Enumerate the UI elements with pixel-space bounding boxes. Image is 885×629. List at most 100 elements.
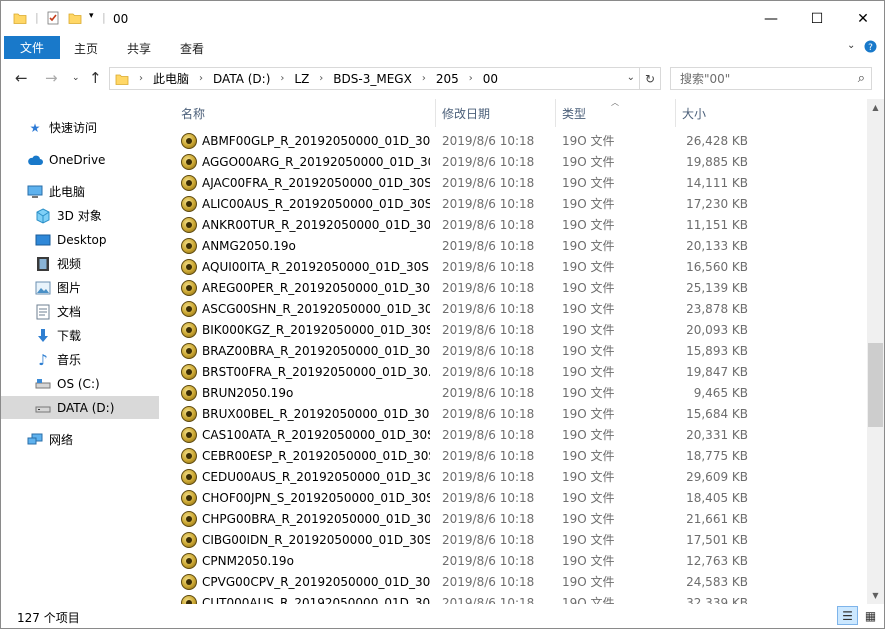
tab-file[interactable]: 文件 bbox=[4, 36, 60, 59]
maximize-button[interactable]: ☐ bbox=[794, 1, 840, 36]
file-row[interactable]: ASCG00SHN_R_20192050000_01D_30S... 2019/8… bbox=[173, 298, 867, 319]
nav-label: OneDrive bbox=[49, 152, 106, 167]
nav-item-videos[interactable]: 视频 bbox=[1, 252, 159, 275]
file-row[interactable]: BRUN2050.19o 2019/8/6 10:18 19O 文件 9,465 KB bbox=[173, 382, 867, 403]
breadcrumb-lz[interactable]: LZ bbox=[294, 72, 309, 86]
file-row[interactable]: ANMG2050.19o 2019/8/6 10:18 19O 文件 20,133 K… bbox=[173, 235, 867, 256]
back-arrow-icon[interactable]: ← bbox=[15, 69, 28, 87]
customize-toolbar-icon[interactable]: ▾ bbox=[89, 11, 94, 21]
file-row[interactable]: BRST00FRA_R_20192050000_01D_30... 2019/8/… bbox=[173, 361, 867, 382]
chevron-right-icon[interactable]: › bbox=[199, 73, 203, 84]
chevron-right-icon[interactable]: › bbox=[319, 73, 323, 84]
file-row[interactable]: CHPG00BRA_R_20192050000_01D_30... 2019/8/… bbox=[173, 508, 867, 529]
breadcrumb-205[interactable]: 205 bbox=[436, 72, 459, 86]
file-type: 19O 文件 bbox=[562, 386, 615, 400]
chevron-right-icon[interactable]: › bbox=[469, 73, 473, 84]
details-view-button[interactable]: ☰ bbox=[837, 606, 858, 625]
chevron-right-icon[interactable]: › bbox=[139, 73, 143, 84]
scrollbar-thumb[interactable] bbox=[868, 343, 883, 427]
picture-icon bbox=[35, 280, 51, 296]
document-icon bbox=[35, 304, 51, 320]
properties-icon[interactable] bbox=[46, 11, 60, 25]
nav-item-this-pc[interactable]: 此电脑 bbox=[1, 180, 159, 203]
file-row[interactable]: BRUX00BEL_R_20192050000_01D_30S... 2019/8… bbox=[173, 403, 867, 424]
tab-home[interactable]: 主页 bbox=[74, 40, 98, 57]
cloud-icon bbox=[27, 152, 43, 168]
file-row[interactable]: CAS100ATA_R_20192050000_01D_30S... 2019/8… bbox=[173, 424, 867, 445]
file-row[interactable]: ALIC00AUS_R_20192050000_01D_30S... 2019/8… bbox=[173, 193, 867, 214]
column-header-name[interactable]: 名称 bbox=[181, 99, 205, 127]
nav-item-quick-access[interactable]: ★ 快速访问 bbox=[1, 116, 159, 139]
title-separator: | bbox=[35, 11, 39, 24]
address-dropdown-icon[interactable]: ⌄ bbox=[627, 72, 635, 83]
new-folder-icon[interactable] bbox=[68, 11, 82, 25]
breadcrumb-bds3-megx[interactable]: BDS-3_MEGX bbox=[333, 72, 412, 86]
large-icons-view-icon: ▦ bbox=[864, 608, 877, 623]
file-row[interactable]: BRAZ00BRA_R_20192050000_01D_30... 2019/8/… bbox=[173, 340, 867, 361]
column-header-date[interactable]: 修改日期 bbox=[442, 99, 490, 127]
scroll-up-icon[interactable]: ▲ bbox=[867, 99, 884, 116]
nav-item-network[interactable]: 网络 bbox=[1, 428, 159, 451]
up-arrow-icon[interactable]: ↑ bbox=[89, 69, 102, 87]
nav-item-os-c[interactable]: OS (C:) bbox=[1, 372, 159, 395]
file-date: 2019/8/6 10:18 bbox=[442, 553, 535, 568]
address-bar[interactable]: › 此电脑 › DATA (D:) › LZ › BDS-3_MEGX › 20… bbox=[109, 67, 640, 90]
tab-share[interactable]: 共享 bbox=[127, 40, 151, 57]
column-divider[interactable] bbox=[435, 99, 436, 127]
chevron-right-icon[interactable]: › bbox=[422, 73, 426, 84]
breadcrumb-this-pc[interactable]: 此电脑 bbox=[153, 70, 189, 87]
file-row[interactable]: AQUI00ITA_R_20192050000_01D_30S... 2019/8… bbox=[173, 256, 867, 277]
nav-item-downloads[interactable]: 下载 bbox=[1, 324, 159, 347]
vertical-scrollbar[interactable]: ▲ ▼ bbox=[867, 99, 884, 604]
breadcrumb-data-d[interactable]: DATA (D:) bbox=[213, 72, 270, 86]
file-row[interactable]: CUT000AUS_R_20192050000_01D_30... 2019/8/… bbox=[173, 592, 867, 604]
nav-item-onedrive[interactable]: OneDrive bbox=[1, 148, 159, 171]
file-type: 19O 文件 bbox=[562, 344, 615, 358]
search-input[interactable]: 搜索"00" ⌕ bbox=[670, 67, 872, 90]
tab-view[interactable]: 查看 bbox=[180, 40, 204, 57]
file-size: 32,339 KB bbox=[686, 595, 748, 605]
file-row[interactable]: CPVG00CPV_R_20192050000_01D_30... 2019/8/… bbox=[173, 571, 867, 592]
video-icon bbox=[35, 256, 51, 272]
nav-item-3d-objects[interactable]: 3D 对象 bbox=[1, 204, 159, 227]
nav-item-data-d[interactable]: DATA (D:) bbox=[1, 396, 159, 419]
file-size: 23,878 KB bbox=[686, 301, 748, 316]
forward-arrow-icon[interactable]: → bbox=[45, 69, 58, 87]
file-row[interactable]: CEBR00ESP_R_20192050000_01D_30S... 2019/8… bbox=[173, 445, 867, 466]
file-row[interactable]: ABMF00GLP_R_20192050000_01D_30... 2019/8/… bbox=[173, 130, 867, 151]
column-divider[interactable] bbox=[675, 99, 676, 127]
chevron-right-icon[interactable]: › bbox=[280, 73, 284, 84]
nav-item-pictures[interactable]: 图片 bbox=[1, 276, 159, 299]
file-row[interactable]: CEDU00AUS_R_20192050000_01D_30... 2019/8/… bbox=[173, 466, 867, 487]
network-icon bbox=[27, 432, 43, 448]
nav-item-music[interactable]: ♪ 音乐 bbox=[1, 348, 159, 371]
minimize-button[interactable]: — bbox=[748, 1, 794, 36]
file-name: AQUI00ITA_R_20192050000_01D_30S... bbox=[202, 259, 430, 274]
file-row[interactable]: CHOF00JPN_S_20192050000_01D_30S... 2019/8… bbox=[173, 487, 867, 508]
nav-item-desktop[interactable]: Desktop bbox=[1, 228, 159, 251]
file-row[interactable]: AJAC00FRA_R_20192050000_01D_30S... 2019/8… bbox=[173, 172, 867, 193]
search-icon: ⌕ bbox=[857, 71, 865, 86]
file-row[interactable]: BIK000KGZ_R_20192050000_01D_30S... 2019/8… bbox=[173, 319, 867, 340]
file-row[interactable]: CPNM2050.19o 2019/8/6 10:18 19O 文件 12,763 K… bbox=[173, 550, 867, 571]
file-type: 19O 文件 bbox=[562, 575, 615, 589]
close-button[interactable]: ✕ bbox=[840, 1, 884, 36]
large-icons-view-button[interactable]: ▦ bbox=[860, 606, 881, 625]
scroll-down-icon[interactable]: ▼ bbox=[867, 587, 884, 604]
recent-locations-icon[interactable]: ⌄ bbox=[72, 73, 80, 83]
column-divider[interactable] bbox=[555, 99, 556, 127]
file-row[interactable]: ANKR00TUR_R_20192050000_01D_30... 2019/8/… bbox=[173, 214, 867, 235]
column-header-size[interactable]: 大小 bbox=[682, 99, 706, 127]
help-icon[interactable]: ? bbox=[864, 40, 877, 56]
file-name: ANKR00TUR_R_20192050000_01D_30... bbox=[202, 217, 430, 232]
breadcrumb-00[interactable]: 00 bbox=[483, 72, 498, 86]
nav-item-documents[interactable]: 文档 bbox=[1, 300, 159, 323]
column-header-type[interactable]: 类型 bbox=[562, 99, 586, 127]
file-icon bbox=[181, 552, 197, 569]
refresh-button[interactable]: ↻ bbox=[640, 67, 661, 90]
chevron-down-icon[interactable]: ⌄ bbox=[847, 40, 855, 51]
file-row[interactable]: AREG00PER_R_20192050000_01D_30S... 2019/8… bbox=[173, 277, 867, 298]
file-explorer-window: | ▾ | 00 — ☐ ✕ 文件 主页 共享 查看 ⌄ ? ← → ⌄ ↑ ›… bbox=[0, 0, 885, 629]
file-row[interactable]: CIBG00IDN_R_20192050000_01D_30S... 2019/8… bbox=[173, 529, 867, 550]
file-row[interactable]: AGGO00ARG_R_20192050000_01D_30... 2019/8/… bbox=[173, 151, 867, 172]
